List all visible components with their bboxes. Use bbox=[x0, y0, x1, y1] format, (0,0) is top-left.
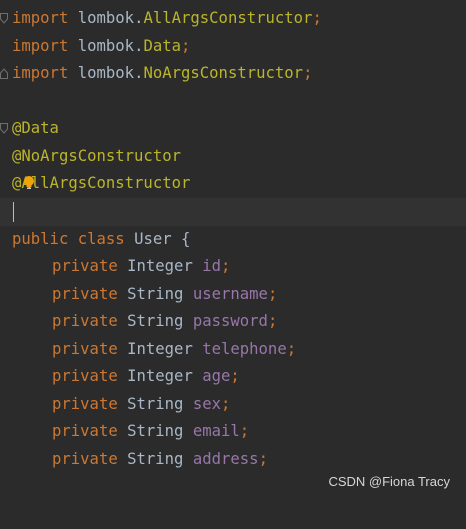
field-name: username bbox=[192, 285, 268, 303]
field-name: age bbox=[202, 367, 231, 385]
import-keyword: import bbox=[12, 9, 69, 27]
field-name: sex bbox=[192, 395, 222, 413]
code-line-import-1[interactable]: import lombok.AllArgsConstructor; bbox=[0, 5, 466, 33]
field-type: Integer bbox=[127, 340, 193, 358]
semicolon: ; bbox=[221, 257, 231, 275]
code-line-field[interactable]: private Integer id; bbox=[0, 253, 466, 281]
field-type: String bbox=[127, 285, 184, 303]
annotation: @NoArgsConstructor bbox=[12, 147, 181, 165]
annotation: @AllArgsConstructor bbox=[12, 174, 191, 192]
fold-marker-icon[interactable] bbox=[0, 13, 8, 24]
field-type: Integer bbox=[127, 367, 193, 385]
open-brace: { bbox=[181, 230, 191, 248]
semicolon: ; bbox=[221, 395, 231, 413]
semicolon: ; bbox=[267, 312, 278, 330]
fold-marker-icon[interactable] bbox=[0, 68, 8, 79]
semicolon: ; bbox=[230, 367, 240, 385]
fold-marker-icon[interactable] bbox=[0, 123, 8, 134]
lightbulb-intention-icon[interactable] bbox=[23, 175, 35, 191]
semicolon: ; bbox=[258, 450, 268, 468]
code-line-field[interactable]: private String sex; bbox=[0, 391, 466, 419]
import-class-name: NoArgsConstructor bbox=[143, 64, 304, 82]
field-type: String bbox=[127, 395, 184, 413]
import-keyword: import bbox=[12, 37, 69, 55]
code-line-field[interactable]: private String address; bbox=[0, 446, 466, 474]
code-line-field[interactable]: private Integer age; bbox=[0, 363, 466, 391]
code-line-field[interactable]: private Integer telephone; bbox=[0, 336, 466, 364]
import-package: lombok. bbox=[77, 9, 144, 27]
field-name: password bbox=[192, 312, 268, 330]
field-modifier: private bbox=[52, 422, 118, 440]
field-modifier: private bbox=[52, 285, 118, 303]
field-modifier: private bbox=[52, 395, 118, 413]
semicolon: ; bbox=[267, 285, 278, 303]
field-name: email bbox=[192, 422, 240, 440]
import-class-name: Data bbox=[143, 37, 182, 55]
field-modifier: private bbox=[52, 257, 118, 275]
code-line-import-2[interactable]: import lombok.Data; bbox=[0, 33, 466, 61]
code-line-field[interactable]: private String email; bbox=[0, 418, 466, 446]
class-name: User bbox=[134, 230, 172, 248]
field-modifier: private bbox=[52, 312, 118, 330]
import-class-name: AllArgsConstructor bbox=[143, 9, 313, 27]
field-name: address bbox=[192, 450, 259, 468]
field-type: Integer bbox=[127, 257, 193, 275]
field-type: String bbox=[127, 422, 184, 440]
class-modifiers: public class bbox=[12, 230, 125, 248]
field-modifier: private bbox=[52, 367, 118, 385]
watermark: CSDN @Fiona Tracy bbox=[328, 474, 450, 489]
code-line-current[interactable] bbox=[0, 198, 466, 226]
field-type: String bbox=[127, 450, 184, 468]
field-modifier: private bbox=[52, 340, 118, 358]
import-keyword: import bbox=[12, 64, 69, 82]
semicolon: ; bbox=[181, 37, 191, 55]
code-line-annotation-data[interactable]: @Data bbox=[0, 115, 466, 143]
field-modifier: private bbox=[52, 450, 118, 468]
semicolon: ; bbox=[312, 9, 322, 27]
code-line-import-3[interactable]: import lombok.NoArgsConstructor; bbox=[0, 60, 466, 88]
code-line-annotation-noargs[interactable]: @NoArgsConstructor bbox=[0, 143, 466, 171]
text-caret bbox=[13, 202, 14, 222]
code-editor[interactable]: import lombok.AllArgsConstructor; import… bbox=[0, 0, 466, 499]
annotation: @Data bbox=[12, 119, 59, 137]
code-line-field[interactable]: private String username; bbox=[0, 281, 466, 309]
semicolon: ; bbox=[286, 340, 297, 358]
field-name: id bbox=[202, 257, 221, 275]
code-line-field[interactable]: private String password; bbox=[0, 308, 466, 336]
import-package: lombok. bbox=[77, 64, 144, 82]
import-package: lombok. bbox=[77, 37, 144, 55]
field-name: telephone bbox=[202, 340, 287, 358]
semicolon: ; bbox=[303, 64, 313, 82]
semicolon: ; bbox=[239, 422, 250, 440]
code-line-annotation-allargs[interactable]: @AllArgsConstructor bbox=[0, 170, 466, 198]
field-type: String bbox=[127, 312, 184, 330]
code-line-class-declaration[interactable]: public class User { bbox=[0, 226, 466, 254]
